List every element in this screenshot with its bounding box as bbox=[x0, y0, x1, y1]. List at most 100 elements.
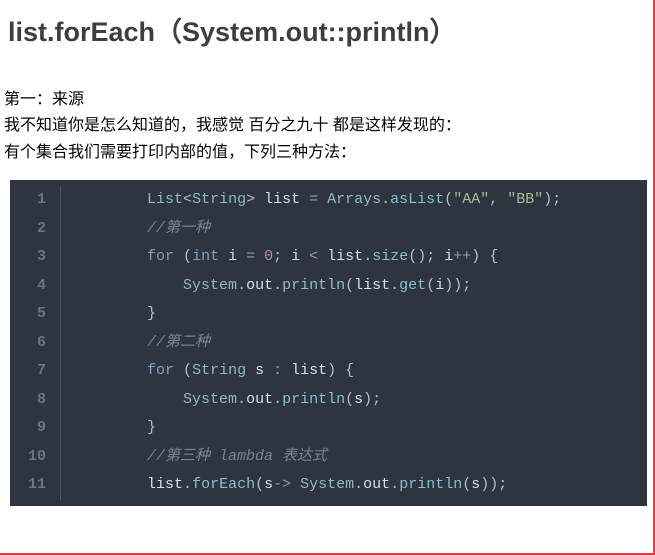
line-number: 11 bbox=[28, 471, 46, 500]
token-punct: ( bbox=[345, 277, 354, 294]
token-punct: ); bbox=[363, 391, 381, 408]
token-string: "AA" bbox=[453, 191, 489, 208]
token-string: "BB" bbox=[507, 191, 543, 208]
token-func: println bbox=[282, 391, 345, 408]
token-punct: . bbox=[390, 277, 399, 294]
token-type: String bbox=[192, 362, 246, 379]
code-line: //第二种 bbox=[75, 329, 561, 358]
code-line: //第一种 bbox=[75, 215, 561, 244]
code-line: } bbox=[75, 300, 561, 329]
token-plain: s bbox=[246, 362, 273, 379]
token-type: System bbox=[300, 476, 354, 493]
token-keyword: for bbox=[147, 248, 174, 265]
token-punct: . bbox=[237, 391, 246, 408]
line-number: 7 bbox=[28, 357, 46, 386]
token-oper: ++ bbox=[453, 248, 471, 265]
token-plain bbox=[147, 277, 183, 294]
token-plain: i bbox=[435, 277, 444, 294]
token-func: asList bbox=[390, 191, 444, 208]
token-plain: s bbox=[264, 476, 273, 493]
token-punct: } bbox=[147, 419, 156, 436]
token-plain: i bbox=[219, 248, 246, 265]
token-comment: //第三种 lambda 表达式 bbox=[147, 448, 327, 465]
paragraph-3: 有个集合我们需要打印内部的值，下列三种方法： bbox=[0, 140, 653, 166]
line-number: 10 bbox=[28, 443, 46, 472]
token-punct: ( bbox=[174, 362, 192, 379]
token-type: System bbox=[183, 391, 237, 408]
code-line: //第三种 lambda 表达式 bbox=[75, 443, 561, 472]
token-punct: )); bbox=[444, 277, 471, 294]
token-punct: . bbox=[381, 191, 390, 208]
token-type: String bbox=[192, 191, 246, 208]
token-punct: > bbox=[246, 191, 264, 208]
token-punct: ) { bbox=[471, 248, 498, 265]
token-comment: //第二种 bbox=[147, 334, 210, 351]
code-line: for (int i = 0; i < list.size(); i++) { bbox=[75, 243, 561, 272]
page-title: list.forEach（System.out::println） bbox=[0, 6, 653, 53]
token-punct: . bbox=[354, 476, 363, 493]
token-plain: i bbox=[291, 248, 309, 265]
token-punct: ( bbox=[426, 277, 435, 294]
token-plain: s bbox=[471, 476, 480, 493]
token-comment: //第一种 bbox=[147, 220, 210, 237]
line-number: 8 bbox=[28, 386, 46, 415]
token-type: System bbox=[183, 277, 237, 294]
token-punct: < bbox=[183, 191, 192, 208]
code-line: list.forEach(s-> System.out.println(s)); bbox=[75, 471, 561, 500]
token-plain: out bbox=[246, 277, 273, 294]
token-punct: ( bbox=[444, 191, 453, 208]
token-type: List bbox=[147, 191, 183, 208]
token-punct: )); bbox=[480, 476, 507, 493]
token-punct: . bbox=[390, 476, 399, 493]
token-oper: : bbox=[273, 362, 291, 379]
token-punct: . bbox=[273, 391, 282, 408]
line-number: 6 bbox=[28, 329, 46, 358]
token-punct: ) { bbox=[327, 362, 354, 379]
token-type: Arrays bbox=[327, 191, 381, 208]
token-func: println bbox=[282, 277, 345, 294]
line-number: 5 bbox=[28, 300, 46, 329]
token-plain: s bbox=[354, 391, 363, 408]
line-number: 4 bbox=[28, 272, 46, 301]
token-plain: i bbox=[444, 248, 453, 265]
token-func: get bbox=[399, 277, 426, 294]
code-line: System.out.println(s); bbox=[75, 386, 561, 415]
token-punct: ( bbox=[345, 391, 354, 408]
token-oper: -> bbox=[273, 476, 300, 493]
line-number: 2 bbox=[28, 215, 46, 244]
line-number: 1 bbox=[28, 186, 46, 215]
token-oper: < bbox=[309, 248, 327, 265]
token-oper: = bbox=[246, 248, 264, 265]
token-oper: = bbox=[309, 191, 327, 208]
code-line: List<String> list = Arrays.asList("AA", … bbox=[75, 186, 561, 215]
token-plain: list bbox=[264, 191, 309, 208]
code-line: System.out.println(list.get(i)); bbox=[75, 272, 561, 301]
token-punct: ( bbox=[174, 248, 192, 265]
token-keyword: int bbox=[192, 248, 219, 265]
token-plain: list bbox=[354, 277, 390, 294]
code-line: for (String s : list) { bbox=[75, 357, 561, 386]
token-plain: out bbox=[363, 476, 390, 493]
token-plain bbox=[147, 391, 183, 408]
token-plain: list bbox=[291, 362, 327, 379]
token-punct: (); bbox=[408, 248, 444, 265]
token-punct: , bbox=[489, 191, 507, 208]
code-block: 1234567891011 List<String> list = Arrays… bbox=[10, 180, 647, 506]
token-func: println bbox=[399, 476, 462, 493]
paragraph-1: 第一：来源 bbox=[0, 87, 653, 113]
token-punct: ( bbox=[255, 476, 264, 493]
token-plain: list bbox=[147, 476, 183, 493]
token-func: size bbox=[372, 248, 408, 265]
token-punct: . bbox=[363, 248, 372, 265]
token-func: forEach bbox=[192, 476, 255, 493]
token-punct: ; bbox=[273, 248, 291, 265]
code-gutter: 1234567891011 bbox=[10, 186, 61, 500]
code-lines: List<String> list = Arrays.asList("AA", … bbox=[61, 186, 561, 500]
token-plain: list bbox=[327, 248, 363, 265]
token-punct: ); bbox=[543, 191, 561, 208]
token-punct: . bbox=[237, 277, 246, 294]
paragraph-2: 我不知道你是怎么知道的，我感觉 百分之九十 都是这样发现的： bbox=[0, 113, 653, 139]
line-number: 9 bbox=[28, 414, 46, 443]
line-number: 3 bbox=[28, 243, 46, 272]
token-keyword: for bbox=[147, 362, 174, 379]
